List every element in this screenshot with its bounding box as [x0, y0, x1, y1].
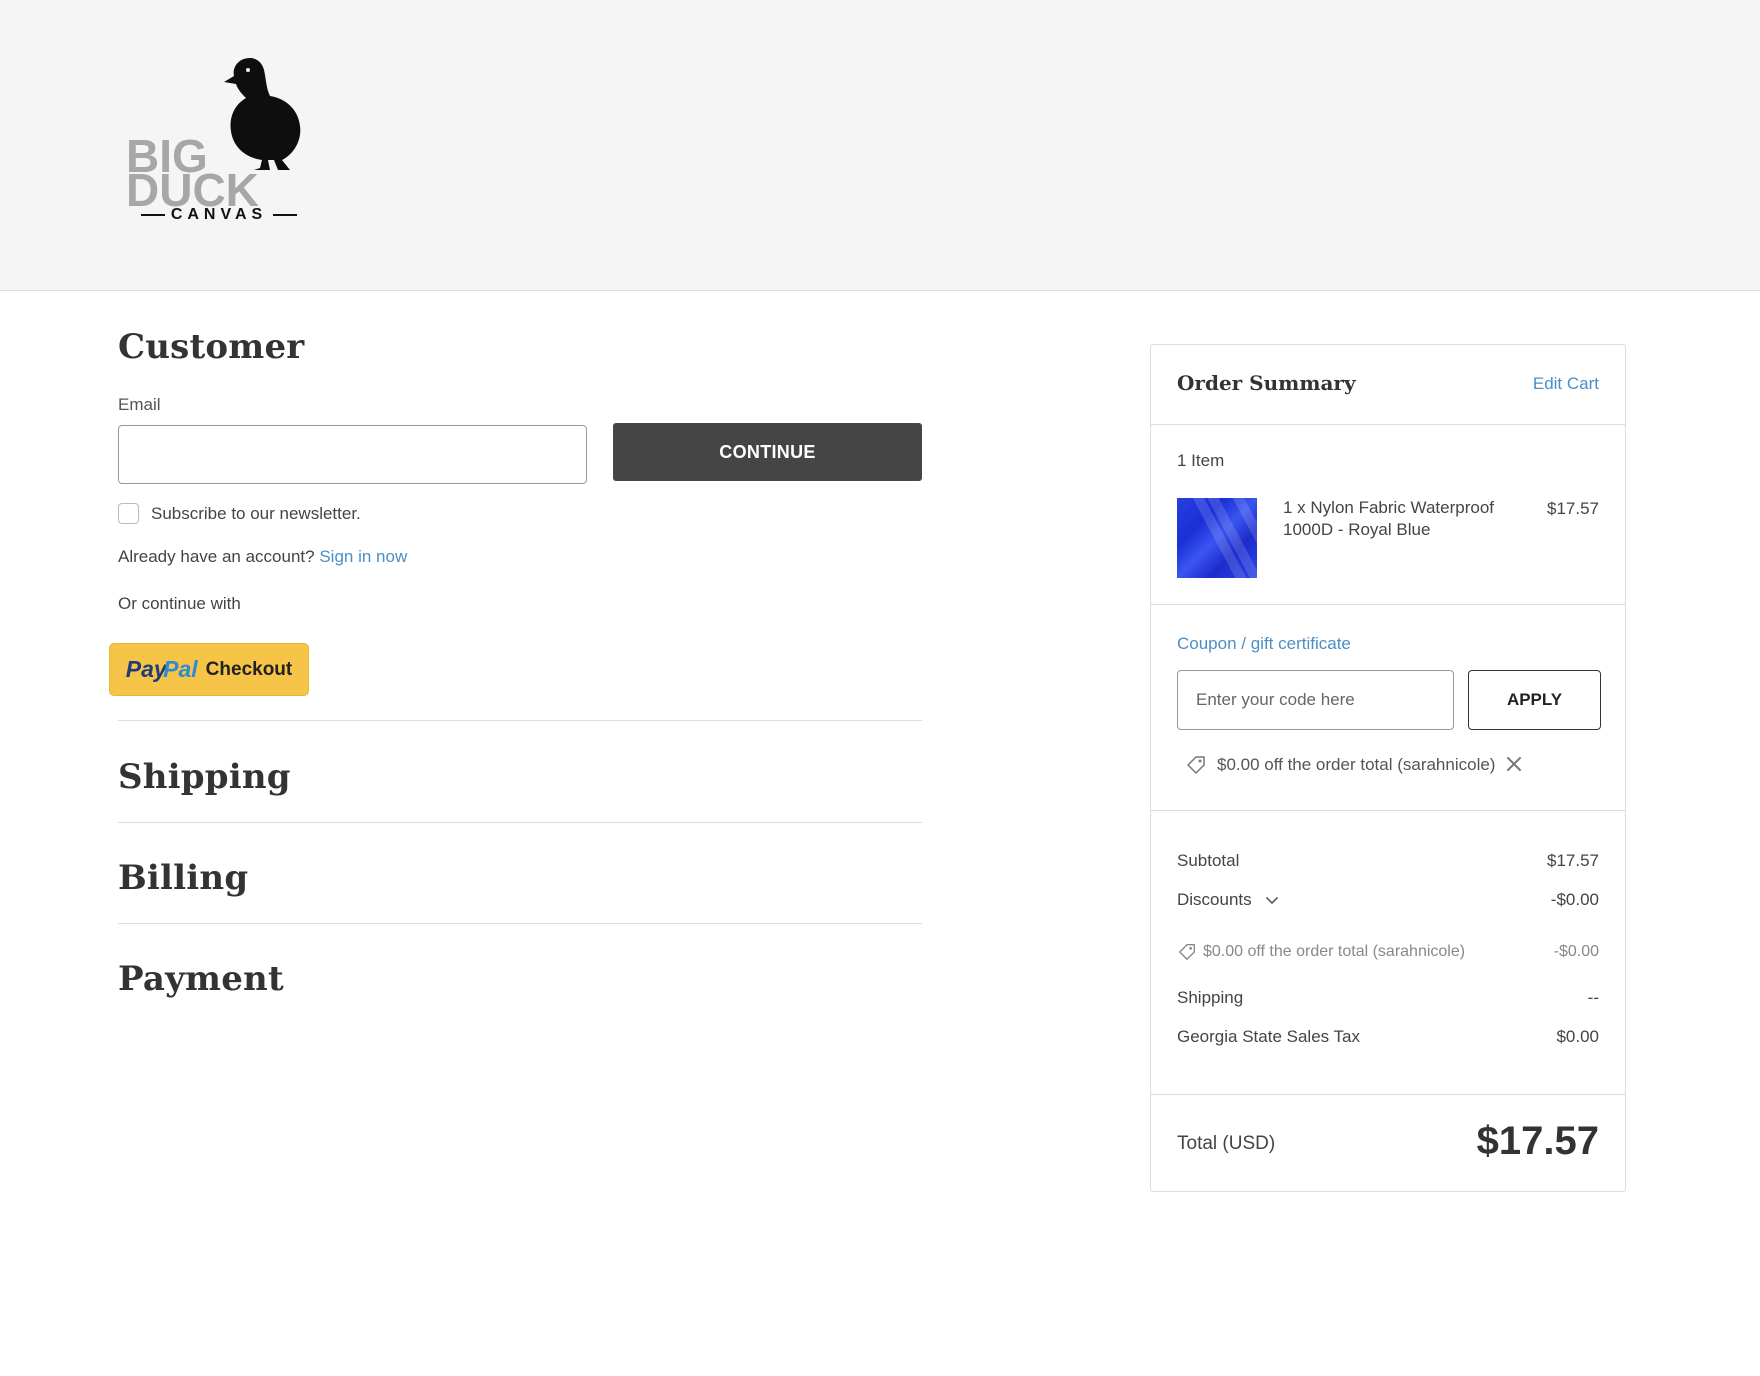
coupon-code-input[interactable] [1177, 670, 1454, 730]
shipping-row: Shipping -- [1177, 988, 1599, 1008]
edit-cart-link[interactable]: Edit Cart [1533, 374, 1599, 394]
divider [118, 720, 922, 721]
paypal-checkout-button[interactable]: Pay Pal Checkout [109, 643, 309, 696]
order-totals: Subtotal $17.57 Discounts -$0.00 $0.00 o… [1151, 811, 1625, 1095]
site-header: BIG DUCK CANVAS [0, 0, 1760, 291]
item-count: 1 Item [1177, 451, 1225, 470]
divider [118, 923, 922, 924]
tag-icon [1187, 756, 1205, 774]
total-value: $17.57 [1476, 1119, 1599, 1163]
email-label: Email [118, 395, 161, 414]
subtotal-row: Subtotal $17.57 [1177, 851, 1599, 871]
tax-value: $0.00 [1556, 1027, 1599, 1046]
product-price: $17.57 [1547, 499, 1599, 518]
product-thumbnail [1177, 498, 1257, 578]
cart-items: 1 Item 1 x Nylon Fabric Waterproof 1000D… [1151, 425, 1625, 605]
tax-label: Georgia State Sales Tax [1177, 1027, 1361, 1046]
remove-coupon-icon[interactable] [1499, 749, 1529, 779]
billing-title[interactable]: Billing [118, 858, 248, 898]
discounts-value: -$0.00 [1550, 890, 1599, 909]
logo-rule-right [273, 214, 298, 216]
subtotal-value: $17.57 [1547, 851, 1599, 870]
product-name: 1 x Nylon Fabric Waterproof 1000D - Roya… [1283, 498, 1494, 539]
paypal-pal-text: Pal [163, 656, 198, 682]
paypal-checkout-text: Checkout [205, 658, 293, 680]
subtotal-label: Subtotal [1177, 851, 1240, 870]
paypal-pay-text: Pay [125, 656, 167, 682]
discount-detail-row: $0.00 off the order total (sarahnicole) … [1177, 942, 1599, 962]
order-summary-header: Order Summary Edit Cart [1151, 345, 1625, 425]
discount-detail-label: $0.00 off the order total (sarahnicole) [1203, 943, 1466, 960]
sign-in-link[interactable]: Sign in now [319, 547, 407, 566]
newsletter-option[interactable]: Subscribe to our newsletter. [118, 503, 361, 524]
discounts-label: Discounts [1177, 890, 1252, 909]
divider [118, 822, 922, 823]
customer-title: Customer [118, 327, 305, 367]
chevron-down-icon[interactable] [1264, 892, 1280, 908]
discounts-row[interactable]: Discounts -$0.00 [1177, 890, 1599, 910]
coupon-section: Coupon / gift certificate APPLY $0.00 of… [1151, 605, 1625, 811]
coupon-toggle-link[interactable]: Coupon / gift certificate [1177, 634, 1351, 654]
logo-rule-left [140, 214, 165, 216]
duck-icon [224, 58, 301, 170]
paypal-logo: Pay Pal [126, 656, 198, 683]
payment-title[interactable]: Payment [118, 959, 284, 999]
total-label: Total (USD) [1177, 1133, 1276, 1154]
shipping-value: -- [1587, 988, 1599, 1007]
account-prompt-text: Already have an account? [118, 547, 315, 566]
discount-detail-value: -$0.00 [1553, 943, 1599, 960]
applied-coupon-text: $0.00 off the order total (sarahnicole) [1217, 755, 1496, 774]
order-summary-title: Order Summary [1177, 371, 1356, 395]
tax-row: Georgia State Sales Tax $0.00 [1177, 1027, 1599, 1047]
continue-button[interactable]: CONTINUE [613, 423, 922, 481]
email-input[interactable] [118, 425, 587, 484]
shipping-label: Shipping [1177, 988, 1244, 1007]
tag-icon [1179, 944, 1195, 960]
shipping-title[interactable]: Shipping [118, 757, 291, 797]
order-summary: Order Summary Edit Cart 1 Item 1 x Nylon… [1150, 344, 1626, 1192]
account-prompt: Already have an account? Sign in now [118, 547, 407, 567]
logo-text-duck: DUCK [126, 164, 259, 216]
applied-coupon: $0.00 off the order total (sarahnicole) [1177, 745, 1537, 785]
logo-text-canvas: CANVAS [128, 206, 310, 224]
big-duck-canvas-logo[interactable]: BIG DUCK CANVAS [124, 56, 314, 226]
newsletter-label: Subscribe to our newsletter. [151, 503, 361, 523]
logo-canvas-word: CANVAS [170, 206, 268, 223]
order-total: Total (USD) $17.57 [1151, 1095, 1625, 1193]
apply-coupon-button[interactable]: APPLY [1468, 670, 1601, 730]
newsletter-checkbox[interactable] [118, 503, 139, 524]
or-continue-text: Or continue with [118, 594, 241, 613]
